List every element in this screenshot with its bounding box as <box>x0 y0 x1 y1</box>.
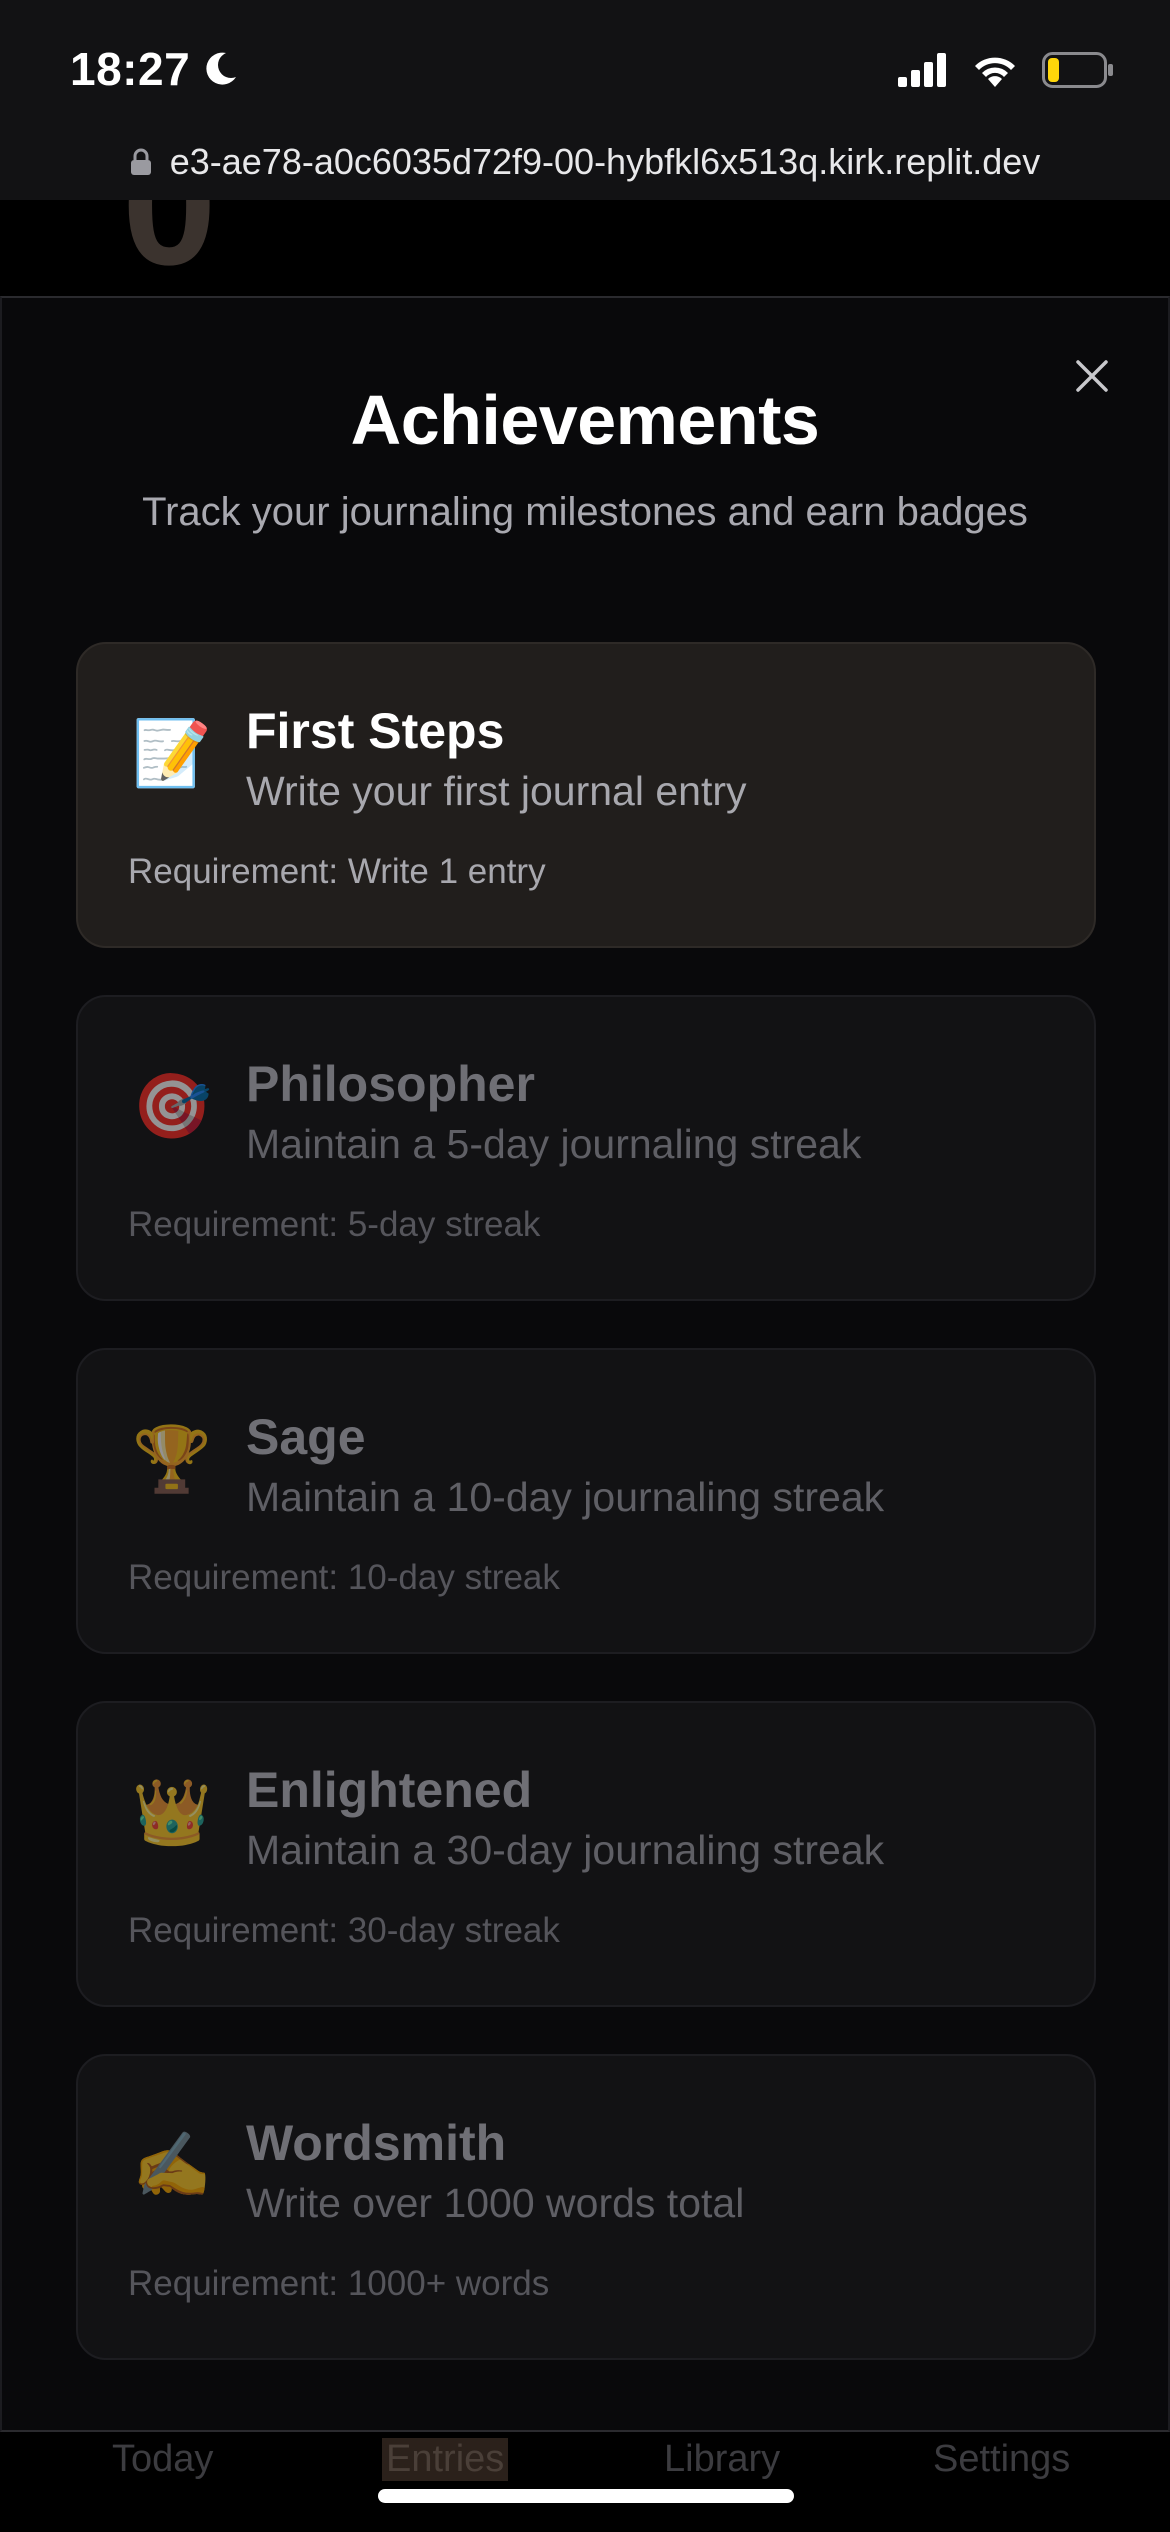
crown-icon: 👑 <box>132 1776 212 1850</box>
achievement-title: Enlightened <box>246 1762 533 1818</box>
background-digit-fragment: 0 <box>122 200 217 296</box>
battery-icon <box>1042 52 1113 88</box>
status-time-group: 18:27 <box>70 42 240 96</box>
achievement-requirement: Requirement: 10-day streak <box>128 1558 560 1597</box>
url-text: e3-ae78-a0c6035d72f9-00-hybfkl6x513q.kir… <box>169 141 1041 182</box>
writing-hand-icon: ✍️ <box>132 2129 212 2203</box>
achievement-description: Maintain a 5-day journaling streak <box>246 1121 862 1167</box>
achievement-card-wordsmith[interactable]: ✍️ Wordsmith Write over 1000 words total… <box>76 2054 1096 2360</box>
achievements-modal: Achievements Track your journaling miles… <box>0 296 1170 2432</box>
achievement-title: Wordsmith <box>246 2115 507 2171</box>
screen: 18:27 e3-ae78-a0c6035d72f9-00-hybfkl6x51… <box>0 0 1170 2532</box>
achievement-requirement: Requirement: Write 1 entry <box>128 852 546 891</box>
achievement-title: Sage <box>246 1409 366 1465</box>
trophy-icon: 🏆 <box>132 1423 212 1497</box>
achievement-card-first-steps[interactable]: 📝 First Steps Write your first journal e… <box>76 642 1096 948</box>
achievement-description: Maintain a 10-day journaling streak <box>246 1474 885 1520</box>
achievement-requirement: Requirement: 1000+ words <box>128 2264 550 2303</box>
tab-library[interactable]: Library <box>664 2438 780 2481</box>
tab-today[interactable]: Today <box>112 2438 213 2481</box>
achievement-description: Write over 1000 words total <box>246 2180 745 2226</box>
achievement-card-philosopher[interactable]: 🎯 Philosopher Maintain a 5-day journalin… <box>76 995 1096 1301</box>
moon-icon <box>206 52 237 85</box>
background-page: 0 <box>0 200 1170 296</box>
modal-title: Achievements <box>350 381 820 459</box>
wifi-icon <box>975 57 1015 87</box>
achievement-requirement: Requirement: 5-day streak <box>128 1205 541 1244</box>
modal-subtitle: Track your journaling milestones and ear… <box>142 490 1028 534</box>
achievement-requirement: Requirement: 30-day streak <box>128 1911 560 1950</box>
signal-icon <box>898 53 946 87</box>
achievement-card-sage[interactable]: 🏆 Sage Maintain a 10-day journaling stre… <box>76 1348 1096 1654</box>
lock-icon <box>130 148 151 175</box>
tab-bar: Today Entries Library Settings <box>0 2432 1170 2532</box>
tab-entries[interactable]: Entries <box>382 2438 509 2481</box>
address-bar[interactable]: e3-ae78-a0c6035d72f9-00-hybfkl6x513q.kir… <box>0 124 1170 200</box>
status-bar: 18:27 <box>0 0 1170 124</box>
status-icons <box>898 52 1114 88</box>
tab-settings[interactable]: Settings <box>933 2438 1070 2481</box>
achievement-description: Write your first journal entry <box>246 768 747 814</box>
home-indicator[interactable] <box>378 2489 794 2503</box>
status-time: 18:27 <box>70 43 191 95</box>
target-icon: 🎯 <box>132 1070 212 1144</box>
achievement-title: First Steps <box>246 703 505 759</box>
memo-icon: 📝 <box>132 717 212 791</box>
achievement-description: Maintain a 30-day journaling streak <box>246 1827 885 1873</box>
achievement-card-enlightened[interactable]: 👑 Enlightened Maintain a 30-day journali… <box>76 1701 1096 2007</box>
achievement-title: Philosopher <box>246 1056 535 1112</box>
